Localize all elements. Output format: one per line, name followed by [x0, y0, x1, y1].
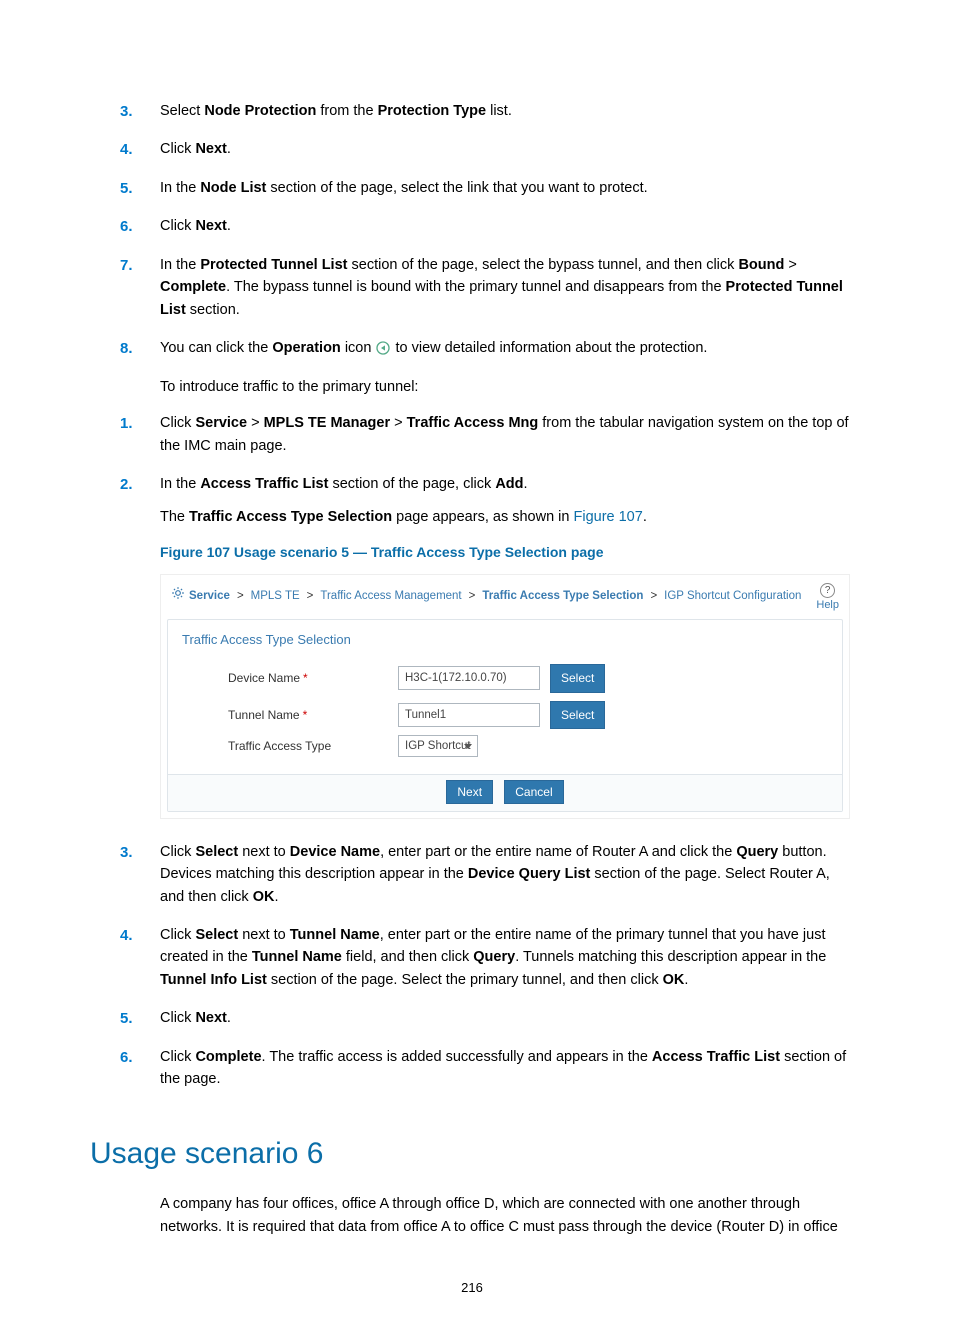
step-number: 3.	[120, 841, 133, 864]
list-item: 6.Click Next.	[160, 215, 854, 237]
list-item: 1.Click Service > MPLS TE Manager > Traf…	[160, 412, 854, 457]
figure-ref-link[interactable]: Figure 107	[573, 509, 642, 525]
select-device-button[interactable]: Select	[550, 664, 605, 693]
step-number: 5.	[120, 177, 133, 200]
figure-107: Service > MPLS TE > Traffic Access Manag…	[160, 574, 850, 819]
cancel-button[interactable]: Cancel	[504, 780, 563, 804]
step-number: 2.	[120, 473, 133, 496]
bc-current: Traffic Access Type Selection	[482, 588, 643, 606]
bc-service[interactable]: Service	[189, 588, 230, 606]
help-link[interactable]: ? Help	[816, 583, 839, 611]
figure-caption: Figure 107 Usage scenario 5 — Traffic Ac…	[160, 542, 854, 564]
label-tunnel-name: Tunnel Name*	[228, 706, 388, 725]
row-tunnel-name: Tunnel Name* Select	[168, 697, 842, 734]
list-item: 6.Click Complete. The traffic access is …	[160, 1046, 854, 1091]
step-number: 7.	[120, 254, 133, 277]
row-traffic-access-type: Traffic Access Type IGP Shortcut	[168, 733, 842, 760]
step-number: 6.	[120, 1046, 133, 1069]
step-number: 6.	[120, 215, 133, 238]
step-number: 1.	[120, 412, 133, 435]
heading-usage-scenario-6: Usage scenario 6	[90, 1131, 854, 1178]
steps-list-a: 3.Select Node Protection from the Protec…	[90, 100, 854, 360]
step-number: 3.	[120, 100, 133, 123]
scenario-6-intro: A company has four offices, office A thr…	[160, 1193, 854, 1238]
list-item: 8.You can click the Operation icon to vi…	[160, 337, 854, 359]
input-device-name[interactable]	[398, 666, 540, 690]
panel-traffic-access-type: Traffic Access Type Selection Device Nam…	[167, 619, 843, 812]
step-number: 8.	[120, 337, 133, 360]
list-item: 3.Click Select next to Device Name, ente…	[160, 841, 854, 908]
row-device-name: Device Name* Select	[168, 660, 842, 697]
list-item: 4.Click Next.	[160, 138, 854, 160]
label-device-name: Device Name*	[228, 669, 388, 688]
gear-icon	[171, 586, 185, 607]
bc-mpls-te[interactable]: MPLS TE	[251, 588, 300, 606]
list-item: 4.Click Select next to Tunnel Name, ente…	[160, 924, 854, 991]
step-number: 5.	[120, 1007, 133, 1030]
help-icon: ?	[820, 583, 835, 598]
panel-title: Traffic Access Type Selection	[168, 620, 842, 660]
breadcrumb: Service > MPLS TE > Traffic Access Manag…	[165, 579, 845, 615]
intro-paragraph: To introduce traffic to the primary tunn…	[160, 376, 854, 398]
chevron-down-icon	[464, 744, 472, 749]
panel-footer: Next Cancel	[168, 774, 842, 811]
list-item: 5.Click Next.	[160, 1007, 854, 1029]
page-number: 216	[90, 1278, 854, 1298]
list-item: 5.In the Node List section of the page, …	[160, 177, 854, 199]
list-item: 2.In the Access Traffic List section of …	[160, 473, 854, 528]
steps-list-c: 3.Click Select next to Device Name, ente…	[90, 841, 854, 1091]
input-tunnel-name[interactable]	[398, 703, 540, 727]
list-item: 3.Select Node Protection from the Protec…	[160, 100, 854, 122]
select-traffic-type[interactable]: IGP Shortcut	[398, 738, 478, 756]
list-item: 7.In the Protected Tunnel List section o…	[160, 254, 854, 321]
operation-icon	[375, 340, 391, 356]
bc-traffic-access-mgmt[interactable]: Traffic Access Management	[320, 588, 461, 606]
next-button[interactable]: Next	[446, 780, 493, 804]
bc-last[interactable]: IGP Shortcut Configuration	[664, 588, 801, 606]
select-tunnel-button[interactable]: Select	[550, 701, 605, 730]
step-number: 4.	[120, 924, 133, 947]
sub-paragraph: The Traffic Access Type Selection page a…	[160, 506, 854, 528]
step-number: 4.	[120, 138, 133, 161]
label-traffic-type: Traffic Access Type	[228, 737, 388, 756]
steps-list-b: 1.Click Service > MPLS TE Manager > Traf…	[90, 412, 854, 528]
